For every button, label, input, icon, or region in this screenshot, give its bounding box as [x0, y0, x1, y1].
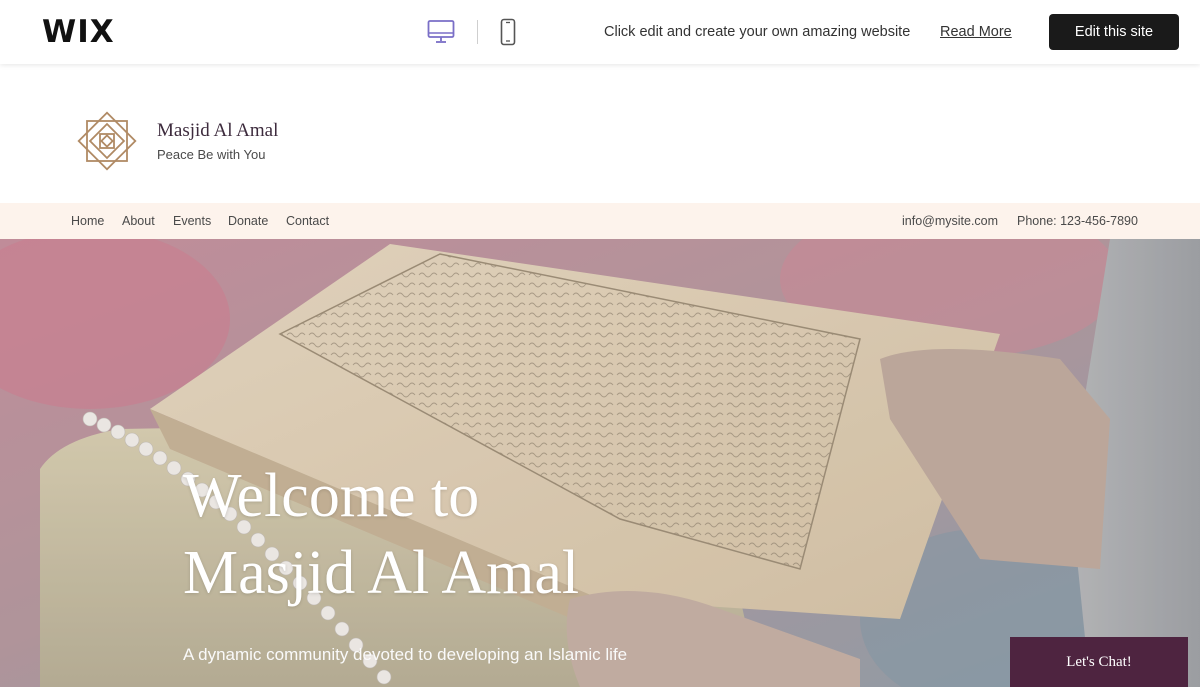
- wix-top-bar: WIX Click edit and create your own amazi…: [0, 0, 1200, 64]
- chat-button[interactable]: Let's Chat!: [1010, 637, 1188, 687]
- mobile-icon[interactable]: [500, 18, 516, 46]
- device-divider: [477, 20, 478, 44]
- site-name[interactable]: Masjid Al Amal: [157, 119, 278, 143]
- wix-logo[interactable]: WIX: [42, 13, 115, 51]
- nav-item-about[interactable]: About: [122, 213, 155, 229]
- site-tagline: Peace Be with You: [157, 147, 266, 162]
- contact-phone: Phone: 123-456-7890: [1017, 214, 1138, 228]
- promo-text: Click edit and create your own amazing w…: [604, 24, 911, 40]
- nav-item-donate[interactable]: Donate: [228, 213, 268, 229]
- desktop-icon[interactable]: [427, 19, 455, 45]
- read-more-link[interactable]: Read More: [940, 22, 1012, 42]
- contact-email[interactable]: info@mysite.com: [902, 213, 998, 229]
- hero-subtitle: A dynamic community devoted to developin…: [183, 645, 628, 664]
- edit-site-button[interactable]: Edit this site: [1049, 14, 1179, 50]
- hero-title: Welcome to Masjid Al Amal: [183, 458, 783, 612]
- nav-item-contact[interactable]: Contact: [286, 213, 329, 229]
- nav-item-events[interactable]: Events: [173, 213, 211, 229]
- nav-item-home[interactable]: Home: [71, 213, 104, 229]
- hero-title-line2: Masjid Al Amal: [183, 539, 580, 607]
- octagram-logo-icon[interactable]: [74, 108, 140, 174]
- hero-title-line1: Welcome to: [183, 462, 480, 530]
